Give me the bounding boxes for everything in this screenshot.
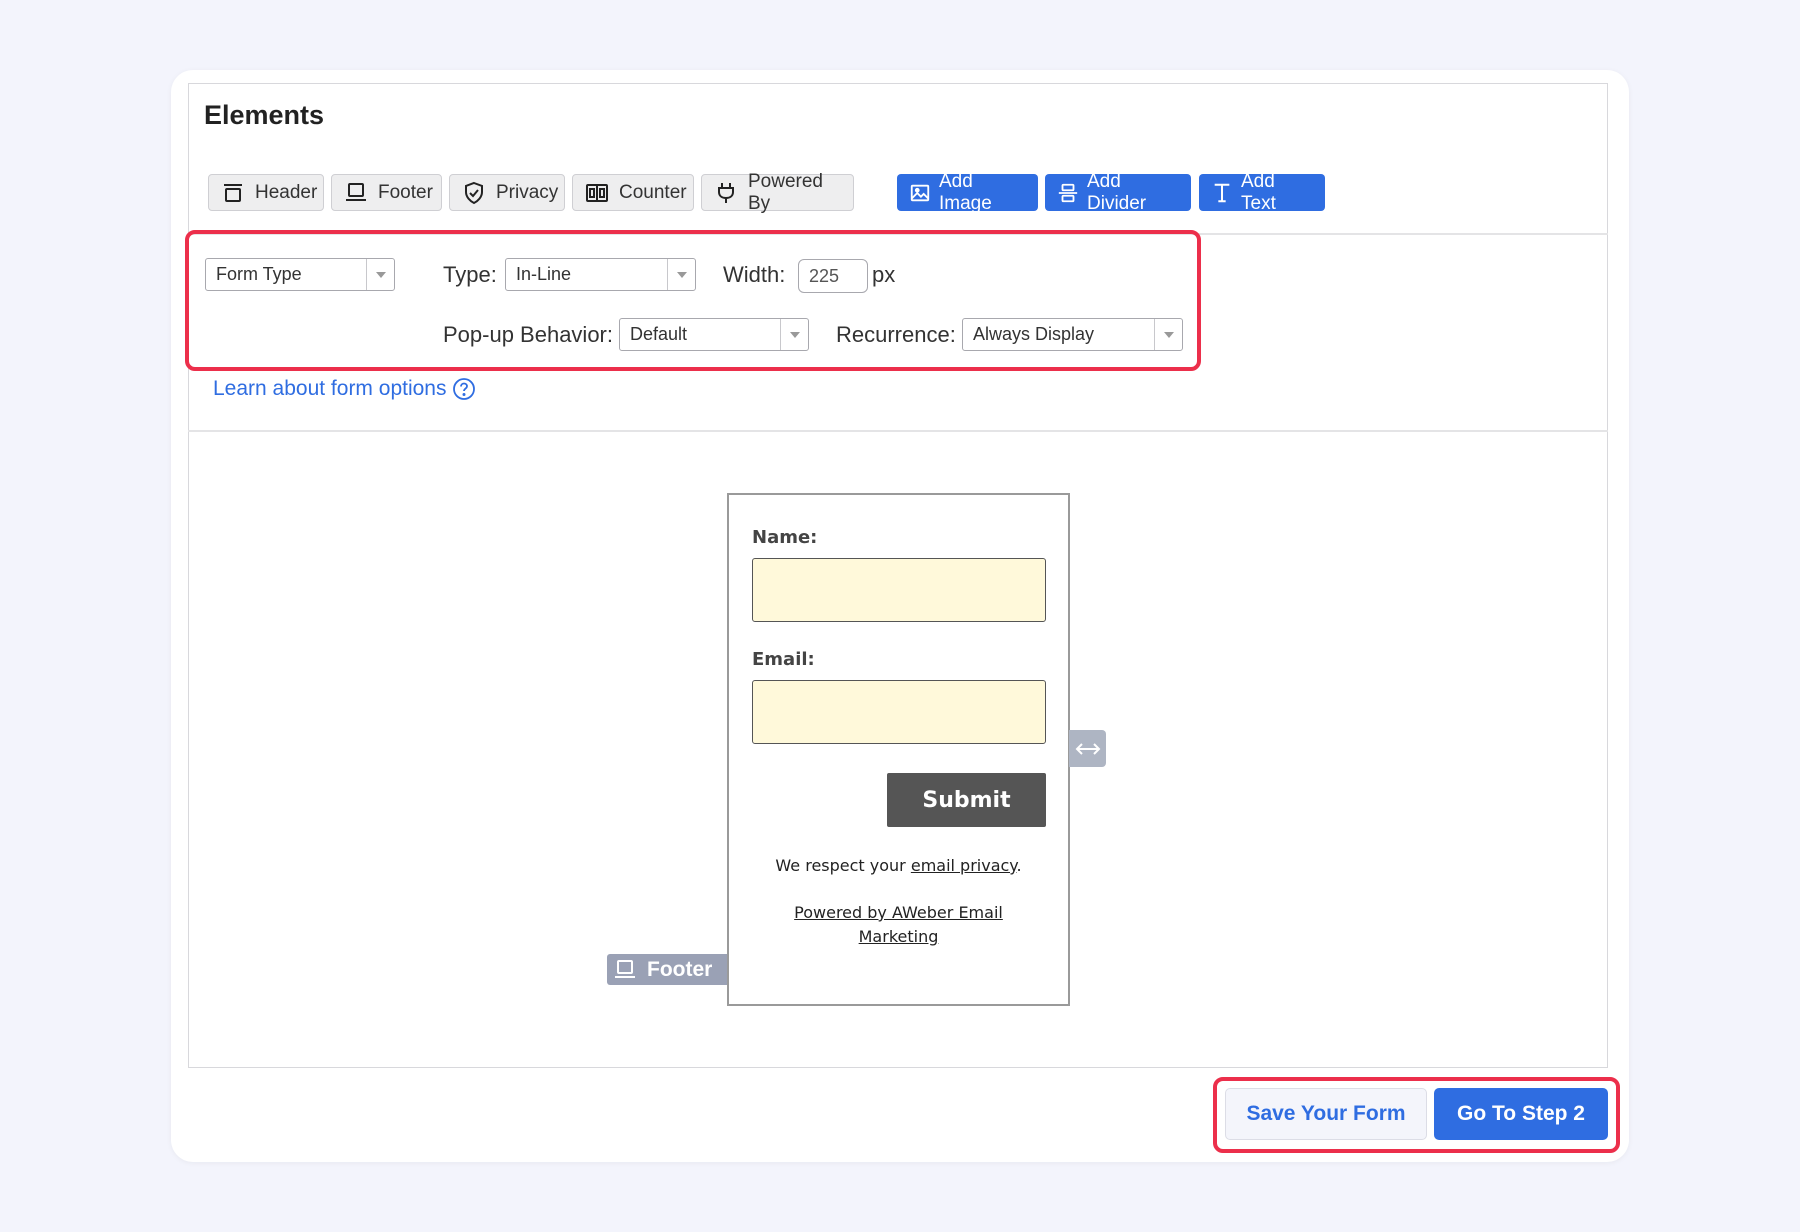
shield-check-icon bbox=[465, 181, 483, 204]
footer-icon bbox=[346, 182, 366, 201]
learn-form-options-link[interactable]: Learn about form options bbox=[213, 377, 476, 401]
footer-toggle-button[interactable]: Footer bbox=[331, 174, 442, 211]
footer-tag[interactable]: Footer bbox=[607, 954, 727, 985]
resize-arrows-icon bbox=[1075, 742, 1100, 755]
form-options-highlight bbox=[185, 230, 1201, 371]
counter-toggle-button[interactable]: Counter bbox=[572, 174, 694, 211]
email-input[interactable] bbox=[752, 680, 1046, 744]
actions-highlight bbox=[1213, 1077, 1620, 1153]
footer-icon bbox=[615, 959, 635, 978]
email-privacy-link[interactable]: email privacy bbox=[911, 856, 1017, 875]
form-preview: Name: Email: Submit We respect your emai… bbox=[727, 493, 1070, 1006]
name-label: Name: bbox=[752, 527, 818, 548]
text-icon bbox=[1214, 183, 1230, 202]
email-label: Email: bbox=[752, 649, 815, 670]
powered-by-toggle-button[interactable]: Powered By bbox=[701, 171, 854, 214]
submit-button[interactable]: Submit bbox=[887, 773, 1046, 827]
privacy-note: We respect your email privacy. bbox=[775, 856, 1022, 875]
counter-icon bbox=[586, 183, 608, 202]
header-toggle-button[interactable]: Header bbox=[208, 174, 324, 211]
name-input[interactable] bbox=[752, 558, 1046, 622]
header-icon bbox=[224, 183, 242, 202]
add-image-button[interactable]: Add Image bbox=[897, 171, 1038, 214]
add-text-button[interactable]: Add Text bbox=[1199, 171, 1325, 214]
plug-icon bbox=[718, 182, 734, 203]
panel-title: Elements bbox=[204, 100, 325, 130]
image-icon bbox=[910, 184, 930, 201]
privacy-toggle-button[interactable]: Privacy bbox=[449, 174, 565, 211]
divider-icon bbox=[1058, 183, 1078, 202]
width-resize-handle[interactable] bbox=[1069, 730, 1106, 767]
help-icon bbox=[453, 378, 476, 400]
add-divider-button[interactable]: Add Divider bbox=[1045, 171, 1191, 214]
options-divider bbox=[188, 430, 1608, 432]
powered-by-link[interactable]: Powered by AWeber Email Marketing bbox=[729, 901, 1068, 949]
